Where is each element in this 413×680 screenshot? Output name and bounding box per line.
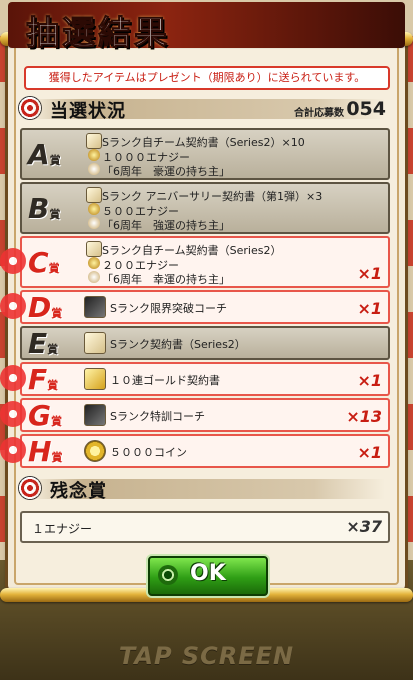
section-title: 残念賞	[50, 481, 107, 502]
coach-icon	[84, 404, 106, 426]
prize-row-d: D賞 Sランク限界突破コーチ ×1	[0, 290, 390, 324]
title-icon	[88, 271, 100, 283]
total-entries-label: 合計応募数	[294, 108, 344, 119]
ok-button[interactable]: OK	[148, 556, 268, 596]
prize-line: 「6周年 幸運の持ち主」	[102, 273, 230, 286]
prize-row-b: B賞 Sランク アニバーサリー契約書（第1弾）×3 ５００エナジー 「6周年 強…	[20, 182, 390, 234]
prize-rank: E	[28, 327, 48, 360]
prize-rank: H	[28, 435, 52, 468]
prize-rank: B	[28, 192, 50, 225]
prize-line: Sランク自チーム契約書（Series2）×10	[102, 136, 305, 149]
prize-rank: C	[28, 246, 49, 279]
prize-row-e: E賞 Sランク契約書（Series2）	[20, 326, 390, 360]
prize-row-g: G賞 Sランク特訓コーチ ×13	[0, 398, 390, 432]
prize-row-f: F賞 １０連ゴールド契約書 ×1	[0, 362, 390, 396]
prize-line: Sランク自チーム契約書（Series2）	[102, 244, 282, 257]
prize-row-c: C賞 Sランク自チーム契約書（Series2） ２００エナジー 「6周年 幸運の…	[0, 236, 390, 288]
prize-line: Sランク限界突破コーチ	[110, 302, 227, 315]
prize-multiplier: ×1	[357, 443, 382, 462]
ok-button-label: OK	[190, 561, 226, 586]
prize-line: 「6周年 強運の持ち主」	[102, 219, 230, 232]
energy-icon	[88, 149, 100, 161]
title-icon	[88, 217, 100, 229]
prize-row-a: A賞 Sランク自チーム契約書（Series2）×10 １０００エナジー 「6周年…	[20, 128, 390, 180]
prize-multiplier: ×1	[357, 264, 382, 283]
sakura-stamp-icon	[0, 401, 26, 427]
prize-rank: F	[28, 363, 48, 396]
energy-icon	[88, 257, 100, 269]
sakura-stamp-icon	[0, 293, 26, 319]
prize-line: Sランク契約書（Series2）	[110, 338, 246, 351]
prize-line: 「6周年 豪運の持ち主」	[102, 165, 230, 178]
prize-line: Sランク特訓コーチ	[110, 410, 205, 423]
consolation-section-header: 残念賞	[18, 476, 388, 502]
contract-icon	[86, 187, 102, 203]
total-entries-value: 054	[346, 98, 386, 120]
title-icon	[88, 163, 100, 175]
prize-rank: G	[28, 399, 51, 432]
contract-icon	[84, 332, 106, 354]
winners-section-header: 当選状況 合計応募数 054	[18, 96, 388, 122]
sakura-stamp-icon	[0, 248, 26, 274]
consolation-item: １エナジー	[32, 522, 93, 536]
consolation-multiplier: ×37	[346, 517, 382, 536]
notice-banner: 獲得したアイテムはプレゼント（期限あり）に送られています。	[24, 66, 390, 90]
contract-icon	[86, 241, 102, 257]
title-banner: 抽選結果	[8, 2, 405, 53]
prize-rank: A	[28, 138, 50, 171]
coin-icon	[84, 440, 106, 462]
sakura-stamp-icon	[0, 365, 26, 391]
coach-icon	[84, 296, 106, 318]
ok-emblem-icon	[158, 565, 178, 585]
prize-line: Sランク アニバーサリー契約書（第1弾）×3	[102, 190, 323, 203]
page-title: 抽選結果	[26, 13, 170, 53]
prize-multiplier: ×1	[357, 371, 382, 390]
prize-line: ５０００コイン	[110, 446, 187, 459]
contract-icon	[86, 133, 102, 149]
prize-line: １０連ゴールド契約書	[110, 374, 220, 387]
consolation-row: １エナジー ×37	[20, 511, 390, 543]
sakura-stamp-icon	[0, 437, 26, 463]
tap-screen-prompt[interactable]: TAP SCREEN	[0, 642, 413, 670]
prize-multiplier: ×13	[346, 407, 382, 426]
energy-icon	[88, 203, 100, 215]
prize-multiplier: ×1	[357, 299, 382, 318]
section-title: 当選状況	[50, 101, 126, 122]
prize-rank: D	[28, 291, 52, 324]
gold-contract-icon	[84, 368, 106, 390]
prize-row-h: H賞 ５０００コイン ×1	[0, 434, 390, 468]
